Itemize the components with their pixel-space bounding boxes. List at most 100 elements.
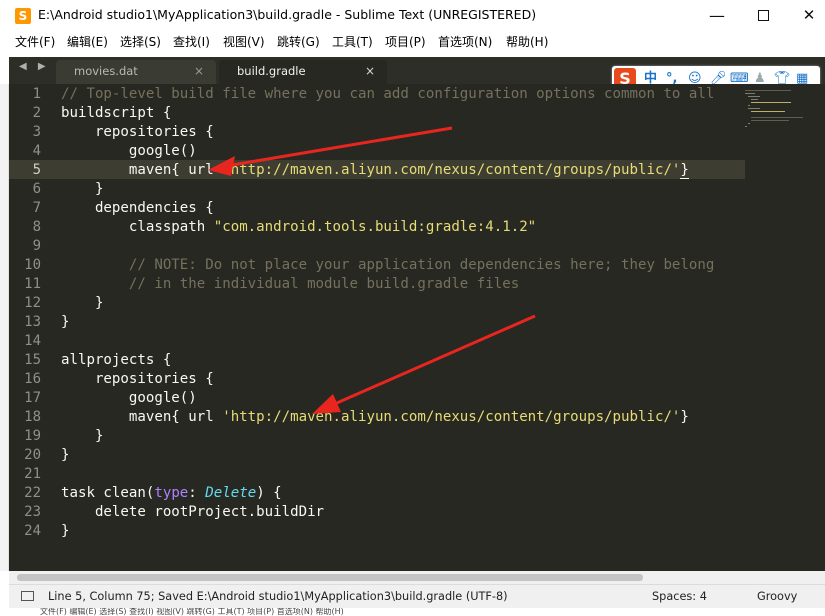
code-line-23: delete rootProject.buildDir	[61, 504, 325, 520]
sublime-app-icon: S	[15, 8, 31, 24]
background-window-edge	[0, 84, 9, 571]
minimap-line	[748, 96, 760, 97]
minimize-button[interactable]: —	[694, 0, 740, 31]
line-number-gutter: 1 2 3 4 5 6 7 8 9 10 11 12 13 14 15 16 1…	[9, 84, 53, 571]
line-number: 24	[24, 523, 41, 539]
menu-selection[interactable]: 选择(S)	[120, 33, 161, 50]
minimap-line	[745, 93, 755, 94]
code-line-13: }	[61, 314, 70, 330]
comment: // Top-level build file where you can ad…	[61, 86, 715, 102]
code-text: classpath	[61, 219, 214, 235]
code-line-7: dependencies {	[61, 200, 214, 216]
line-number-current: 5	[32, 162, 41, 178]
maximize-button[interactable]	[740, 0, 786, 31]
menu-file[interactable]: 文件(F)	[15, 33, 55, 50]
code-area[interactable]: // Top-level build file where you can ad…	[61, 84, 745, 571]
code-line-5: maven{ url 'http://maven.aliyun.com/nexu…	[61, 161, 689, 180]
code-line-11: // in the individual module build.gradle…	[61, 275, 519, 294]
code-line-6: }	[61, 181, 104, 197]
line-number: 17	[24, 390, 41, 406]
line-number: 8	[32, 219, 41, 235]
line-number: 15	[24, 352, 41, 368]
close-button[interactable]: ✕	[786, 0, 825, 31]
scrollbar-thumb[interactable]	[17, 574, 643, 581]
minimap-line	[751, 102, 791, 103]
tab-label: build.gradle	[237, 64, 306, 78]
code-line-2: buildscript {	[61, 105, 172, 121]
string-literal: 'http://maven.aliyun.com/nexus/content/g…	[222, 162, 681, 178]
code-text: maven{ url	[61, 162, 223, 178]
code-line-12: }	[61, 295, 104, 311]
line-number: 4	[32, 143, 41, 159]
line-number: 13	[24, 314, 41, 330]
menu-help[interactable]: 帮助(H)	[506, 33, 548, 50]
menu-bar: 文件(F) 编辑(E) 选择(S) 查找(I) 视图(V) 跳转(G) 工具(T…	[0, 31, 825, 51]
tab-close-icon[interactable]: ×	[194, 60, 204, 82]
minimap[interactable]	[745, 84, 825, 571]
code-line-19: }	[61, 428, 104, 444]
line-number: 23	[24, 504, 41, 520]
line-number: 12	[24, 295, 41, 311]
code-text: ) {	[256, 485, 282, 501]
minimap-line	[751, 120, 789, 121]
title-bar: S E:\Android studio1\MyApplication3\buil…	[0, 0, 825, 31]
tab-label: movies.dat	[74, 64, 138, 78]
code-line-1: // Top-level build file where you can ad…	[61, 85, 714, 104]
background-menu-text: 文件(F) 编辑(E) 选择(S) 查找(I) 视图(V) 跳转(G) 工具(T…	[40, 608, 344, 616]
menu-tools[interactable]: 工具(T)	[332, 33, 373, 50]
line-number: 9	[32, 238, 41, 254]
horizontal-scrollbar[interactable]	[9, 571, 825, 584]
menu-preferences[interactable]: 首选项(N)	[438, 33, 492, 50]
line-number: 22	[24, 485, 41, 501]
code-line-10: // NOTE: Do not place your application d…	[61, 256, 714, 275]
line-number: 7	[32, 200, 41, 216]
line-number: 2	[32, 105, 41, 121]
tab-close-icon[interactable]: ×	[365, 60, 375, 82]
background-window-menu: 文件(F) 编辑(E) 选择(S) 查找(I) 视图(V) 跳转(G) 工具(T…	[0, 608, 825, 616]
minimap-line	[751, 117, 803, 118]
code-line-8: classpath "com.android.tools.build:gradl…	[61, 218, 536, 237]
code-text: }	[680, 409, 689, 425]
line-number: 18	[24, 409, 41, 425]
minimap-line	[748, 105, 750, 106]
panel-toggle-icon[interactable]	[21, 591, 34, 601]
code-line-17: google()	[61, 390, 197, 406]
code-line-22: task clean(type: Delete) {	[61, 484, 282, 503]
code-text: task clean(	[61, 485, 155, 501]
line-number: 21	[24, 466, 41, 482]
minimap-line	[745, 126, 747, 127]
code-editor[interactable]: 1 2 3 4 5 6 7 8 9 10 11 12 13 14 15 16 1…	[9, 84, 825, 571]
line-number: 3	[32, 124, 41, 140]
code-line-16: repositories {	[61, 371, 214, 387]
code-text: maven{ url	[61, 409, 223, 425]
minimap-line	[748, 108, 760, 109]
code-line-20: }	[61, 447, 70, 463]
menu-goto[interactable]: 跳转(G)	[277, 33, 320, 50]
line-number: 6	[32, 181, 41, 197]
status-position: Line 5, Column 75; Saved E:\Android stud…	[48, 590, 508, 603]
comment: // in the individual module build.gradle…	[61, 276, 520, 292]
minimap-line	[748, 123, 750, 124]
line-number: 11	[24, 276, 41, 292]
maximize-icon	[757, 9, 769, 21]
code-line-18: maven{ url 'http://maven.aliyun.com/nexu…	[61, 408, 689, 427]
menu-edit[interactable]: 编辑(E)	[67, 33, 108, 50]
code-line-15: allprojects {	[61, 352, 172, 368]
type-name: Delete	[205, 485, 257, 501]
menu-find[interactable]: 查找(I)	[173, 33, 210, 50]
string-literal: "com.android.tools.build:gradle:4.1.2"	[213, 219, 537, 235]
line-number: 14	[24, 333, 41, 349]
line-number: 1	[32, 86, 41, 102]
line-number: 16	[24, 371, 41, 387]
tab-build-gradle[interactable]: build.gradle ×	[219, 60, 387, 84]
indentation-selector[interactable]: Spaces: 4	[652, 590, 707, 603]
minimap-line	[745, 90, 791, 91]
tab-movies-dat[interactable]: movies.dat ×	[56, 60, 216, 84]
matched-brace: }	[680, 162, 689, 179]
tab-nav-arrows-icon[interactable]: ◀ ▶	[19, 61, 50, 72]
syntax-selector[interactable]: Groovy	[757, 590, 797, 603]
minimap-line	[751, 99, 758, 100]
code-line-24: }	[61, 523, 70, 539]
menu-project[interactable]: 项目(P)	[385, 33, 426, 50]
menu-view[interactable]: 视图(V)	[223, 33, 265, 50]
